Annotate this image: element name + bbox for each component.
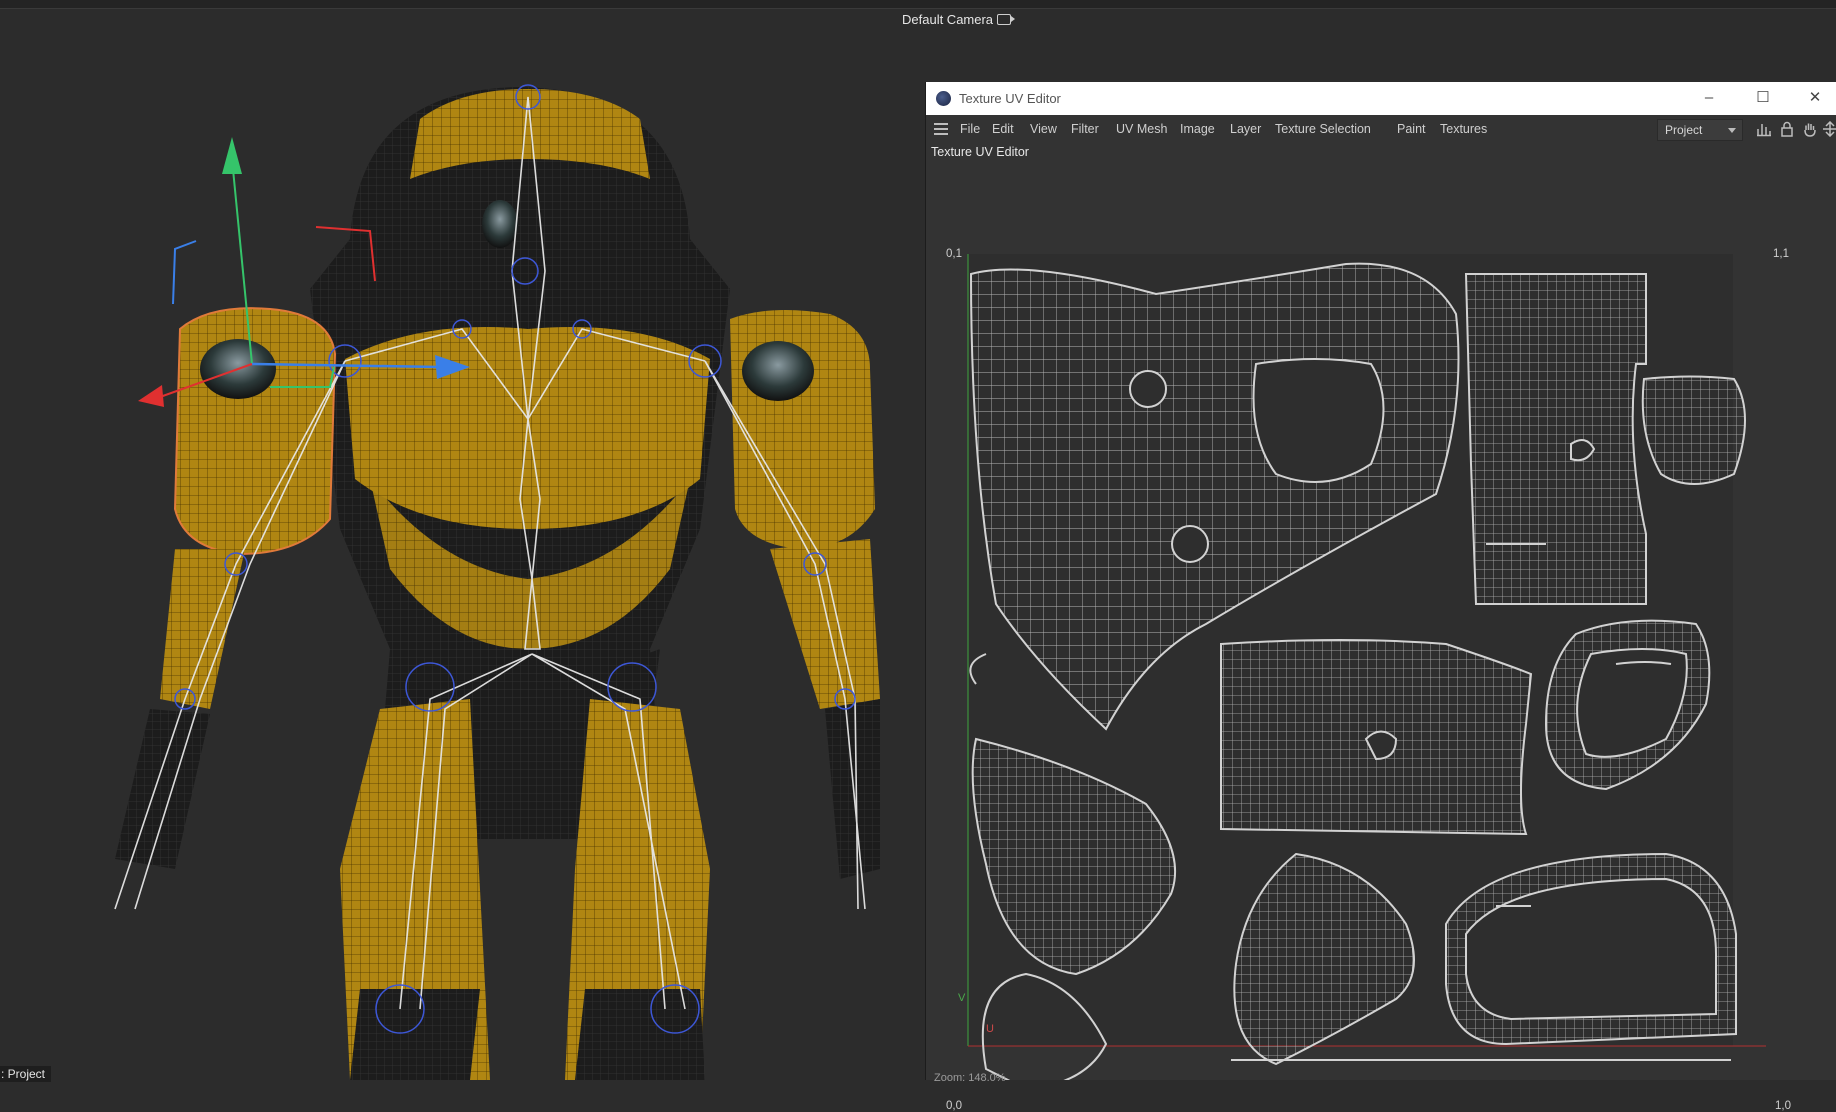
hamburger-menu-icon[interactable] [934, 123, 948, 135]
menu-paint[interactable]: Paint [1397, 122, 1426, 136]
uv-canvas[interactable]: 0,1 1,1 0,0 1,0 [926, 164, 1836, 1112]
robot-model[interactable] [115, 87, 880, 1080]
corner-label-top-left: 0,1 [946, 248, 962, 260]
corner-label-bottom-left: 0,0 [946, 1100, 962, 1112]
menu-view[interactable]: View [1030, 122, 1057, 136]
uv-mesh-islands [967, 254, 1766, 1080]
camera-icon [997, 14, 1016, 25]
menu-image[interactable]: Image [1180, 122, 1215, 136]
cinema4d-logo-icon [936, 91, 951, 106]
menu-layer[interactable]: Layer [1230, 122, 1261, 136]
menu-uv-mesh[interactable]: UV Mesh [1116, 122, 1167, 136]
maximize-button[interactable]: ☐ [1748, 88, 1778, 108]
menu-texture-selection[interactable]: Texture Selection [1275, 122, 1371, 136]
menu-edit[interactable]: Edit [992, 122, 1014, 136]
menu-file[interactable]: File [960, 122, 980, 136]
axis-v-label: V [958, 992, 966, 1004]
top-toolbar-strip [0, 0, 1836, 9]
histogram-icon[interactable] [1756, 121, 1772, 137]
window-titlebar[interactable]: Texture UV Editor – ☐ ✕ [926, 82, 1836, 115]
project-dropdown[interactable]: Project [1657, 119, 1743, 141]
chevron-down-icon [1728, 128, 1736, 133]
window-title: Texture UV Editor [959, 91, 1061, 106]
minimize-button[interactable]: – [1694, 88, 1724, 108]
menu-filter[interactable]: Filter [1071, 122, 1099, 136]
viewport-scene [114, 84, 880, 1080]
corner-label-bottom-right: 1,0 [1775, 1100, 1791, 1112]
3d-viewport[interactable] [0, 9, 925, 1080]
close-button[interactable]: ✕ [1800, 88, 1830, 108]
project-dropdown-value: Project [1665, 123, 1703, 137]
panel-title: Texture UV Editor [931, 145, 1029, 159]
move-down-icon[interactable] [1822, 121, 1836, 137]
texture-uv-editor-window[interactable]: Texture UV Editor – ☐ ✕ File Edit View F… [925, 82, 1836, 1112]
axis-u-label: U [986, 1023, 994, 1035]
menu-bar: File Edit View Filter UV Mesh Image Laye… [926, 116, 1836, 142]
menu-textures[interactable]: Textures [1440, 122, 1487, 136]
corner-label-top-right: 1,1 [1773, 248, 1789, 260]
zoom-level: Zoom: 148.0% [934, 1072, 1006, 1084]
hand-icon[interactable] [1802, 121, 1818, 137]
lock-icon[interactable] [1779, 121, 1795, 137]
